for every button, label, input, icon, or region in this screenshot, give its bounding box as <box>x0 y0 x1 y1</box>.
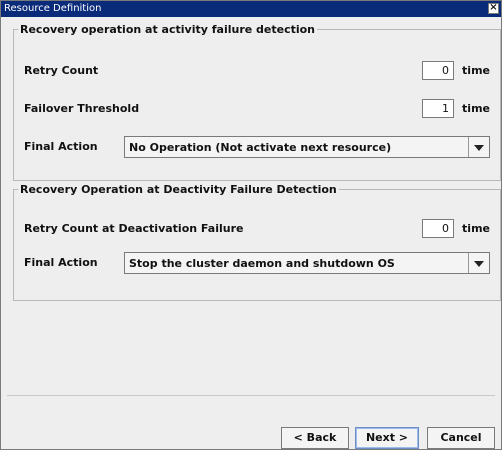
deactivation-final-action-dropdown-button[interactable] <box>468 253 489 273</box>
deactivation-recovery-group: Recovery Operation at Deactivity Failure… <box>13 183 501 301</box>
deactivation-final-action-label: Final Action <box>24 256 98 269</box>
deactivation-retry-unit: time <box>462 222 490 235</box>
deactivation-final-action-value: Stop the cluster daemon and shutdown OS <box>129 257 395 270</box>
close-button[interactable]: × <box>488 3 499 14</box>
activation-recovery-group: Recovery operation at activity failure d… <box>13 23 501 181</box>
chevron-down-icon <box>474 145 484 151</box>
next-button[interactable]: Next > <box>355 427 419 449</box>
back-button[interactable]: < Back <box>281 427 349 449</box>
deactivation-group-legend: Recovery Operation at Deactivity Failure… <box>20 183 337 196</box>
deactivation-retry-row: Retry Count at Deactivation Failure 0 ti… <box>24 218 490 242</box>
title-bar[interactable]: Resource Definition × <box>1 1 501 17</box>
window-title: Resource Definition <box>4 3 102 14</box>
activation-final-action-row: Final Action No Operation (Not activate … <box>24 136 490 160</box>
retry-count-label: Retry Count <box>24 64 99 77</box>
retry-count-input[interactable]: 0 <box>422 61 454 80</box>
activation-final-action-dropdown-button[interactable] <box>468 137 489 157</box>
chevron-down-icon <box>474 261 484 267</box>
dialog-content: Recovery operation at activity failure d… <box>7 23 501 396</box>
failover-threshold-input[interactable]: 1 <box>422 99 454 118</box>
close-icon: × <box>489 2 498 13</box>
deactivation-retry-input[interactable]: 0 <box>422 219 454 238</box>
activation-final-action-value: No Operation (Not activate next resource… <box>129 141 392 154</box>
cancel-button[interactable]: Cancel <box>427 427 495 449</box>
activation-final-action-select[interactable]: No Operation (Not activate next resource… <box>124 136 490 158</box>
failover-threshold-unit: time <box>462 102 490 115</box>
retry-count-unit: time <box>462 64 490 77</box>
failover-threshold-row: Failover Threshold 1 time <box>24 98 490 122</box>
deactivation-final-action-row: Final Action Stop the cluster daemon and… <box>24 252 490 276</box>
activation-group-legend: Recovery operation at activity failure d… <box>20 23 316 36</box>
retry-count-row: Retry Count 0 time <box>24 60 490 84</box>
deactivation-retry-label: Retry Count at Deactivation Failure <box>24 222 244 235</box>
failover-threshold-label: Failover Threshold <box>24 102 140 115</box>
activation-final-action-label: Final Action <box>24 140 98 153</box>
deactivation-final-action-select[interactable]: Stop the cluster daemon and shutdown OS <box>124 252 490 274</box>
resource-definition-dialog: Resource Definition × Recovery operation… <box>0 0 502 450</box>
